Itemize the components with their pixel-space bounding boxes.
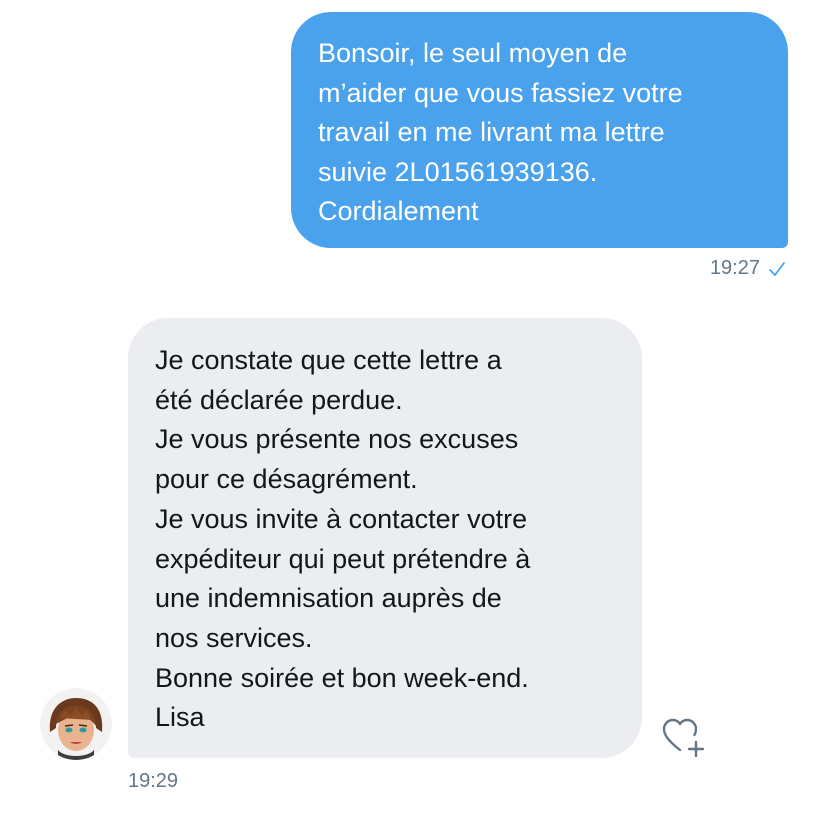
incoming-message-time: 19:29	[128, 770, 179, 792]
incoming-message-bubble: Je constate que cette lettre a été décla…	[128, 318, 642, 758]
outgoing-message-time: 19:27	[709, 257, 760, 279]
check-icon	[768, 260, 786, 278]
outgoing-message-meta: 19:27	[710, 257, 786, 280]
agent-avatar[interactable]	[40, 688, 112, 760]
heart-plus-icon[interactable]	[660, 716, 706, 758]
outgoing-message-bubble: Bonsoir, le seul moyen de m’aider que vo…	[291, 12, 788, 248]
